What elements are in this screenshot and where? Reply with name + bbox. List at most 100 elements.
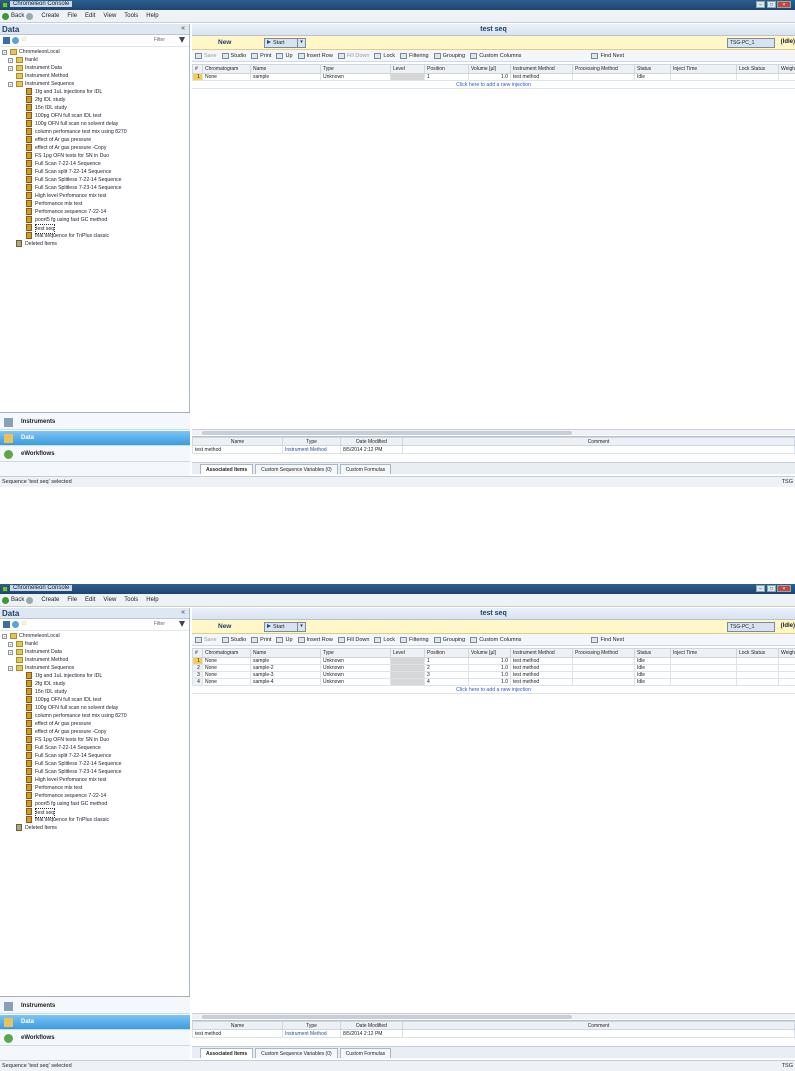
chromatogram-cell[interactable]: None: [202, 73, 251, 81]
menu-view[interactable]: View: [103, 597, 116, 603]
col-assoc-comment[interactable]: Comment: [402, 437, 795, 446]
filter-icon[interactable]: [179, 621, 185, 627]
tree-sequence-item[interactable]: column perfomance test mix using 8270: [0, 712, 188, 720]
position-cell[interactable]: 2: [424, 664, 469, 672]
tree-sequence-item[interactable]: Full Scan Splitless 7-23-14 Sequence: [0, 768, 188, 776]
tree-sequence-item[interactable]: Full Scan 7-22-14 Sequence: [0, 744, 188, 752]
up-button[interactable]: Up: [276, 636, 293, 643]
lock-button[interactable]: Lock: [374, 52, 395, 59]
tree-sequence-item[interactable]: 15n IDL study: [0, 688, 188, 696]
print-button[interactable]: Print: [251, 636, 271, 643]
col-assoc-type[interactable]: Type: [282, 1021, 341, 1030]
name-cell[interactable]: sample-3: [250, 671, 321, 679]
processing-method-cell[interactable]: [572, 671, 635, 679]
tree-sequence-item[interactable]: 2fg IDL study: [0, 680, 188, 688]
tree-folder[interactable]: Instrument Method: [0, 656, 188, 664]
tree-root[interactable]: + ChromeleonLocal: [0, 632, 188, 640]
col-lock-status[interactable]: Lock Status: [736, 64, 779, 74]
col-type[interactable]: Type: [320, 64, 391, 74]
collapse-panel-button[interactable]: «: [181, 609, 185, 616]
table-row[interactable]: 1NonesampleUnknown11.0test methodIdle1.0…: [192, 73, 795, 81]
col-position[interactable]: Position: [424, 64, 469, 74]
tree-folder[interactable]: + frankl: [0, 640, 188, 648]
nav-data[interactable]: Data: [0, 1015, 190, 1030]
position-cell[interactable]: 4: [424, 678, 469, 686]
type-cell[interactable]: Unknown: [320, 664, 391, 672]
assoc-name-cell[interactable]: test method: [192, 1029, 283, 1038]
start-dropdown-button[interactable]: ▾: [297, 622, 305, 632]
tree-sequence-item[interactable]: poort5 fg using fast GC method: [0, 800, 188, 808]
refresh-icon[interactable]: [12, 621, 19, 628]
tree-folder[interactable]: + frankl: [0, 56, 188, 64]
col-volume[interactable]: Volume [µl]: [468, 64, 511, 74]
status-cell[interactable]: Idle: [634, 657, 671, 665]
col-chromatogram[interactable]: Chromatogram: [202, 64, 251, 74]
assoc-name-cell[interactable]: test method: [192, 445, 283, 454]
expand-toggle-icon[interactable]: +: [2, 634, 7, 639]
chromatogram-cell[interactable]: None: [202, 671, 251, 679]
tab-custom-formulas[interactable]: Custom Formulas: [339, 1048, 392, 1058]
menu-file[interactable]: File: [67, 13, 77, 19]
assoc-comment-cell[interactable]: [402, 445, 795, 454]
menu-help[interactable]: Help: [146, 597, 158, 603]
instrument-method-cell[interactable]: test method: [510, 671, 573, 679]
menu-tools[interactable]: Tools: [124, 13, 138, 19]
table-row[interactable]: 3Nonesample-3Unknown31.0test methodIdle1…: [192, 671, 795, 679]
type-cell[interactable]: Unknown: [320, 73, 391, 81]
expand-toggle-icon[interactable]: +: [2, 50, 7, 55]
tree-sequence-item[interactable]: column perfomance test mix using 8270: [0, 128, 188, 136]
status-cell[interactable]: Idle: [634, 671, 671, 679]
menu-create[interactable]: Create: [41, 597, 59, 603]
col-processing-method[interactable]: Processing Method: [572, 648, 635, 658]
col-status[interactable]: Status: [634, 648, 671, 658]
tree-sequence-item[interactable]: effect of Ar gas pressure -Copy: [0, 144, 188, 152]
nav-instruments[interactable]: Instruments: [0, 999, 190, 1014]
tree-sequence-item[interactable]: effect of Ar gas pressure: [0, 136, 188, 144]
custom-columns-button[interactable]: Custom Columns: [470, 636, 521, 643]
tree-deleted-items[interactable]: Deleted Items: [0, 824, 188, 832]
expand-toggle-icon[interactable]: +: [8, 650, 13, 655]
inject-time-cell[interactable]: [670, 678, 737, 686]
print-button[interactable]: Print: [251, 52, 271, 59]
col-assoc-type[interactable]: Type: [282, 437, 341, 446]
tree-sequence-item[interactable]: 15n IDL study: [0, 104, 188, 112]
tree-sequence-item[interactable]: 2fg IDL study: [0, 96, 188, 104]
name-cell[interactable]: sample: [250, 657, 321, 665]
col-status[interactable]: Status: [634, 64, 671, 74]
processing-method-cell[interactable]: [572, 664, 635, 672]
grouping-button[interactable]: Grouping: [433, 636, 465, 643]
tree-sequence-item[interactable]: effect of Ar gas pressure -Copy: [0, 728, 188, 736]
tree-sequence-item[interactable]: 1fg and 1uL injections for IDL: [0, 672, 188, 680]
type-cell[interactable]: Unknown: [320, 678, 391, 686]
processing-method-cell[interactable]: [572, 678, 635, 686]
position-cell[interactable]: 1: [424, 657, 469, 665]
instrument-method-cell[interactable]: test method: [510, 73, 573, 81]
back-button[interactable]: Back: [2, 12, 34, 20]
filtering-button[interactable]: Filtering: [400, 52, 429, 59]
tree-sequence-item[interactable]: Perfomance mix test: [0, 200, 188, 208]
tree-sequence-item[interactable]: effect of Ar gas pressure: [0, 720, 188, 728]
tab-associated-items[interactable]: Associated Items: [200, 464, 254, 474]
find-next-button[interactable]: Find Next: [591, 636, 624, 643]
collapse-panel-button[interactable]: «: [181, 25, 185, 32]
col-volume[interactable]: Volume [µl]: [468, 648, 511, 658]
find-next-button[interactable]: Find Next: [591, 52, 624, 59]
tree-sequence-item[interactable]: test seq: [0, 808, 188, 818]
tree-root[interactable]: + ChromeleonLocal: [0, 48, 188, 56]
name-cell[interactable]: sample-2: [250, 664, 321, 672]
col-name[interactable]: Name: [250, 648, 321, 658]
chromatogram-cell[interactable]: None: [202, 664, 251, 672]
tree-sequence-item[interactable]: 1fg and 1uL injections for IDL: [0, 88, 188, 96]
save-button[interactable]: Save: [195, 52, 217, 59]
col-chromatogram[interactable]: Chromatogram: [202, 648, 251, 658]
status-cell[interactable]: Idle: [634, 664, 671, 672]
weight-cell[interactable]: 1.000: [778, 657, 795, 665]
col-assoc-comment[interactable]: Comment: [402, 1021, 795, 1030]
table-row[interactable]: test method Instrument Method 8/5/2014 2…: [192, 445, 795, 454]
table-row[interactable]: test method Instrument Method 8/5/2014 2…: [192, 1029, 795, 1038]
volume-cell[interactable]: 1.0: [468, 671, 511, 679]
tree-folder[interactable]: + Instrument Data: [0, 64, 188, 72]
custom-columns-button[interactable]: Custom Columns: [470, 52, 521, 59]
refresh-icon[interactable]: [12, 37, 19, 44]
col-lock-status[interactable]: Lock Status: [736, 648, 779, 658]
